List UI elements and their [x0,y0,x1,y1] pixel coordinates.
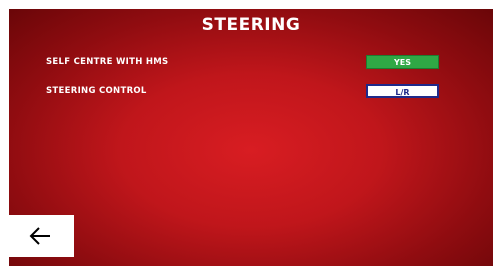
back-button[interactable] [9,215,74,257]
steering-screen: STEERING SELF CENTRE WITH HMS YES STEERI… [9,9,493,266]
display-bezel: STEERING SELF CENTRE WITH HMS YES STEERI… [0,0,502,275]
self-centre-toggle-button[interactable]: YES [366,55,439,69]
left-arrow-icon [29,227,50,245]
page-title: STEERING [201,15,301,35]
steering-control-button[interactable]: L/R [366,84,439,98]
self-centre-label: SELF CENTRE WITH HMS [46,57,169,67]
steering-control-label: STEERING CONTROL [46,86,147,96]
